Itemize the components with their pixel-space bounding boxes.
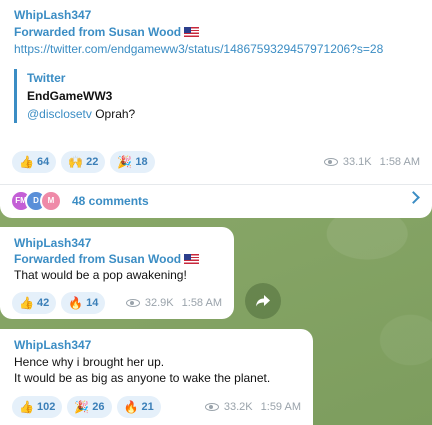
- forwarded-from[interactable]: Forwarded from Susan Wood: [14, 252, 224, 266]
- preview-title: EndGameWW3: [27, 89, 113, 103]
- message-bubble-2[interactable]: WhipLash347 Forwarded from Susan Wood Th…: [0, 227, 234, 319]
- message-meta: 32.9K 1:58 AM: [125, 297, 222, 309]
- message-text-line-1: Hence why i brought her up.: [14, 355, 165, 369]
- thumbs-up-icon: 👍: [19, 155, 34, 169]
- reaction-fire[interactable]: 🔥 21: [116, 396, 161, 418]
- message-time: 1:58 AM: [181, 297, 222, 309]
- message-time: 1:59 AM: [260, 401, 301, 413]
- eye-icon: [204, 403, 219, 411]
- thumbs-up-icon: 👍: [19, 296, 34, 310]
- chevron-right-icon: [407, 191, 420, 204]
- sender-name[interactable]: WhipLash347: [14, 338, 303, 352]
- preview-site: Twitter: [27, 71, 66, 85]
- message-footer: 👍 64 🙌 22 🎉 18 33.1K 1:58 AM: [12, 151, 420, 173]
- reaction-thumbs-up[interactable]: 👍 64: [12, 151, 57, 173]
- share-arrow-icon: [256, 295, 270, 307]
- comments-count[interactable]: 48 comments: [72, 194, 149, 208]
- view-count: 33.2K: [223, 401, 253, 413]
- forwarded-from[interactable]: Forwarded from Susan Wood: [14, 25, 420, 39]
- reaction-party[interactable]: 🎉 18: [110, 151, 155, 173]
- message-bubble-1[interactable]: WhipLash347 Forwarded from Susan Wood ht…: [0, 0, 432, 218]
- eye-icon: [323, 158, 338, 166]
- comments-bar[interactable]: FM D M 48 comments: [0, 184, 432, 216]
- sender-name[interactable]: WhipLash347: [14, 8, 420, 22]
- message-text-line-2: It would be as big as anyone to wake the…: [14, 371, 271, 385]
- thumbs-up-icon: 👍: [19, 400, 34, 414]
- fire-icon: 🔥: [68, 296, 84, 310]
- message-text: That would be a pop awakening!: [14, 268, 187, 282]
- hands-icon: 🙌: [68, 155, 84, 169]
- avatar: M: [40, 189, 62, 212]
- view-count: 32.9K: [144, 297, 174, 309]
- mention-link[interactable]: @disclosetv: [27, 107, 92, 121]
- us-flag-icon: [184, 27, 200, 37]
- message-bubble-3[interactable]: WhipLash347 Hence why i brought her up. …: [0, 329, 313, 425]
- reaction-hands[interactable]: 🙌 22: [61, 151, 106, 173]
- share-button[interactable]: [245, 283, 281, 319]
- fire-icon: 🔥: [123, 400, 139, 414]
- sender-name[interactable]: WhipLash347: [14, 236, 224, 250]
- view-count: 33.1K: [342, 156, 372, 168]
- us-flag-icon: [184, 254, 200, 264]
- message-meta: 33.2K 1:59 AM: [204, 401, 301, 413]
- message-time: 1:58 AM: [379, 156, 420, 168]
- reaction-thumbs-up[interactable]: 👍 42: [12, 292, 57, 314]
- message-meta: 33.1K 1:58 AM: [323, 156, 420, 168]
- eye-icon: [125, 299, 140, 307]
- reaction-party[interactable]: 🎉 26: [67, 396, 112, 418]
- reaction-fire[interactable]: 🔥 14: [61, 292, 106, 314]
- message-footer: 👍 102 🎉 26 🔥 21 33.2K 1:59 AM: [12, 396, 301, 418]
- party-popper-icon: 🎉: [74, 400, 90, 414]
- link-preview[interactable]: Twitter EndGameWW3 @disclosetv Oprah?: [14, 69, 420, 123]
- party-popper-icon: 🎉: [117, 155, 133, 169]
- tweet-link[interactable]: https://twitter.com/endgameww3/status/14…: [14, 41, 420, 57]
- preview-description: @disclosetv Oprah?: [27, 107, 136, 121]
- reaction-thumbs-up[interactable]: 👍 102: [12, 396, 63, 418]
- message-footer: 👍 42 🔥 14 32.9K 1:58 AM: [12, 292, 222, 314]
